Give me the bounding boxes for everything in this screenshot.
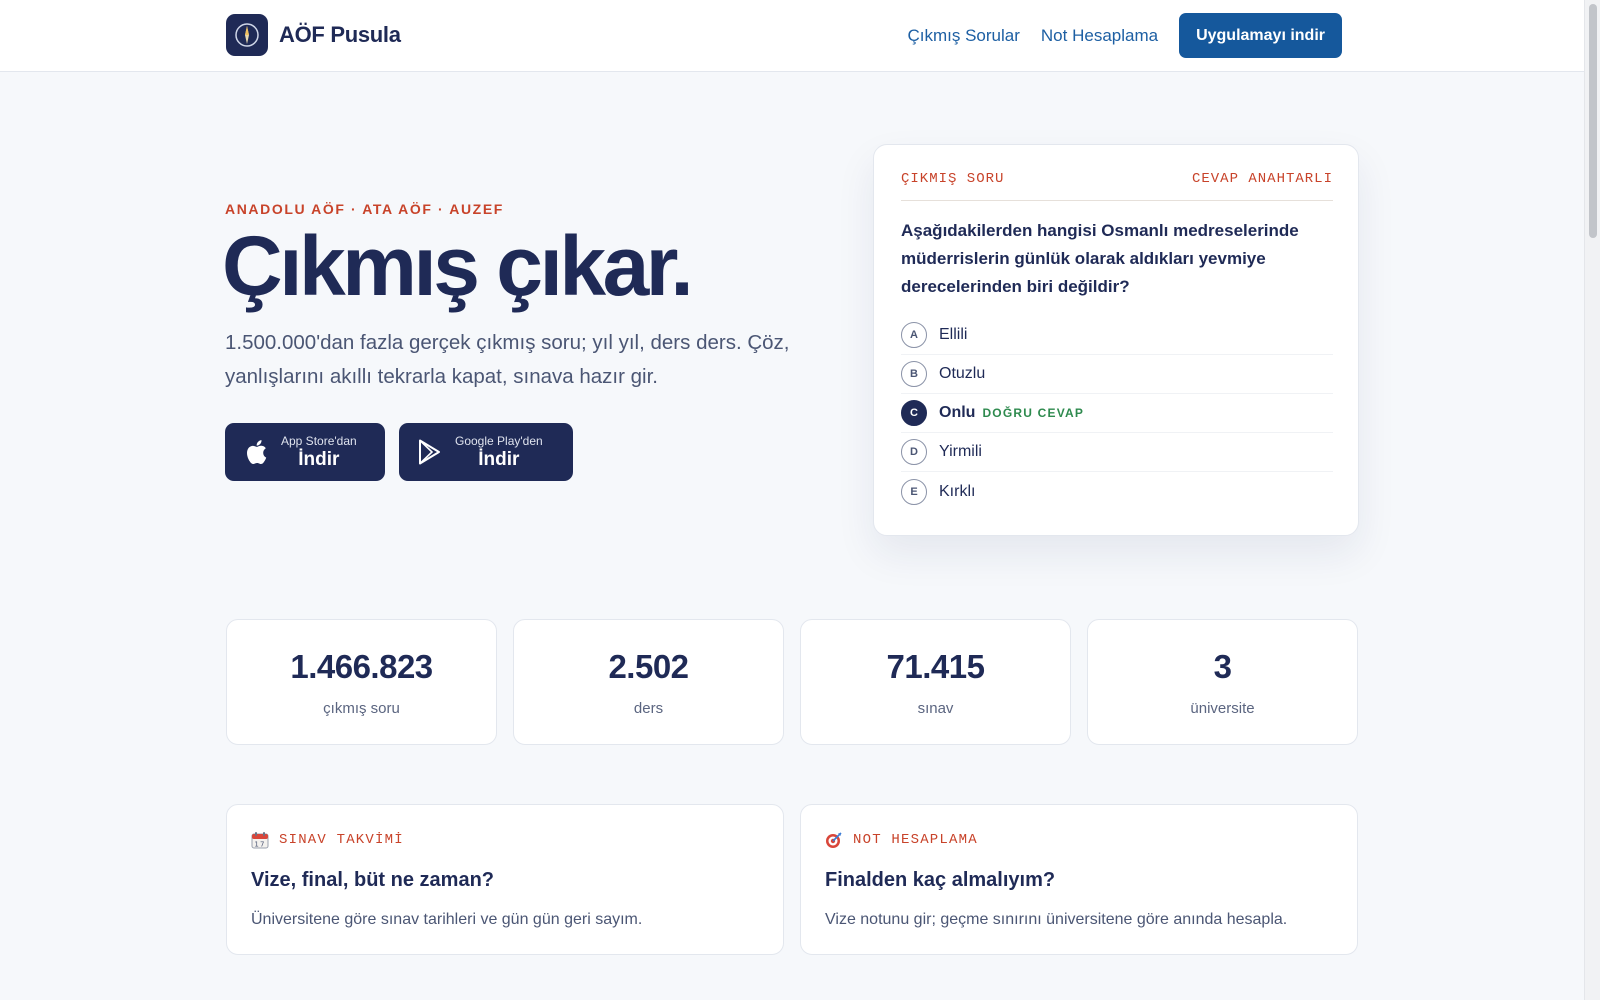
feature-cards: 17 SINAV TAKVİMİ Vize, final, büt ne zam…	[226, 804, 1358, 955]
svg-text:17: 17	[254, 841, 265, 849]
option-letter: C	[901, 400, 927, 426]
question-card-label: ÇIKMIŞ SORU	[901, 171, 1005, 187]
brand-name: AÖF Pusula	[279, 22, 401, 47]
target-icon	[825, 831, 843, 849]
stat-label: çıkmış soru	[323, 700, 400, 717]
option-letter: B	[901, 361, 927, 387]
app-store-big-label: İndir	[298, 449, 340, 470]
feature-title: Finalden kaç almalıyım?	[825, 869, 1056, 891]
question-card-header: ÇIKMIŞ SORU CEVAP ANAHTARLI	[901, 171, 1333, 201]
feature-card-exam-calendar[interactable]: 17 SINAV TAKVİMİ Vize, final, büt ne zam…	[226, 804, 784, 955]
option-letter: D	[901, 439, 927, 465]
google-play-small-label: Google Play'den	[455, 434, 543, 448]
stat-card-exams: 71.415 sınav	[800, 619, 1071, 745]
stat-value: 3	[1213, 648, 1232, 685]
feature-card-grade-calculator[interactable]: NOT HESAPLAMA Finalden kaç almalıyım? Vi…	[800, 804, 1358, 955]
feature-description: Üniversitene göre sınav tarihleri ve gün…	[251, 911, 643, 928]
feature-tag: SINAV TAKVİMİ	[279, 832, 404, 848]
page-scrollbar[interactable]	[1584, 0, 1600, 1000]
hero-title: Çıkmış çıkar.	[222, 219, 694, 313]
option-b: B Otuzlu	[901, 355, 1333, 394]
question-text: Aşağıdakilerden hangisi Osmanlı medresel…	[901, 221, 1299, 296]
feature-tag: NOT HESAPLAMA	[853, 832, 978, 848]
answer-options: A Ellili B Otuzlu C Onlu DOĞRU CEVAP D Y…	[901, 316, 1333, 511]
app-store-small-label: App Store'dan	[281, 434, 357, 448]
hero-subtitle: 1.500.000'dan fazla gerçek çıkmış soru; …	[225, 331, 790, 388]
google-play-button[interactable]: Google Play'den İndir	[399, 423, 573, 481]
download-app-button[interactable]: Uygulamayı indir	[1179, 13, 1342, 58]
brand-logo-link[interactable]: AÖF Pusula	[226, 14, 401, 56]
nav-link-not-hesaplama[interactable]: Not Hesaplama	[1041, 26, 1158, 46]
sample-question-card: ÇIKMIŞ SORU CEVAP ANAHTARLI Aşağıdakiler…	[873, 144, 1359, 536]
nav-link-cikmis-sorular[interactable]: Çıkmış Sorular	[907, 26, 1019, 46]
stat-value: 1.466.823	[290, 648, 433, 685]
app-store-button[interactable]: App Store'dan İndir	[225, 423, 385, 481]
top-nav-bar: AÖF Pusula Çıkmış Sorular Not Hesaplama …	[0, 0, 1584, 72]
option-d: D Yirmili	[901, 433, 1333, 472]
option-a: A Ellili	[901, 316, 1333, 355]
stat-label: ders	[633, 700, 664, 717]
feature-title: Vize, final, büt ne zaman?	[251, 869, 495, 891]
option-text: Yirmili	[939, 443, 982, 460]
google-play-big-label: İndir	[478, 449, 520, 470]
store-buttons: App Store'dan İndir Google Play'den İndi…	[225, 423, 587, 481]
answer-key-label: CEVAP ANAHTARLI	[1191, 171, 1333, 187]
stat-value: 71.415	[886, 648, 985, 685]
apple-icon	[243, 439, 269, 465]
stat-card-universities: 3 üniversite	[1087, 619, 1358, 745]
option-text: Onlu	[939, 404, 976, 421]
google-play-icon	[417, 439, 443, 465]
option-c-correct: C Onlu DOĞRU CEVAP	[901, 394, 1333, 433]
hero-eyebrow: ANADOLU AÖF · ATA AÖF · AUZEF	[225, 201, 504, 217]
feature-description: Vize notunu gir; geçme sınırını üniversi…	[825, 911, 1288, 928]
scrollbar-thumb[interactable]	[1589, 4, 1597, 238]
option-text: Ellili	[939, 326, 968, 343]
correct-answer-badge: DOĞRU CEVAP	[982, 406, 1085, 420]
option-e: E Kırklı	[901, 472, 1333, 511]
stat-card-courses: 2.502 ders	[513, 619, 784, 745]
option-letter: A	[901, 322, 927, 348]
main-nav: Çıkmış Sorular Not Hesaplama Uygulamayı …	[907, 13, 1342, 58]
calendar-icon: 17	[251, 831, 269, 849]
stat-card-questions: 1.466.823 çıkmış soru	[226, 619, 497, 745]
option-letter: E	[901, 478, 927, 505]
compass-icon	[226, 14, 268, 56]
option-text: Kırklı	[939, 482, 976, 500]
stat-label: sınav	[917, 700, 954, 717]
stat-label: üniversite	[1190, 700, 1255, 717]
stat-value: 2.502	[608, 648, 689, 685]
option-text: Otuzlu	[939, 365, 986, 382]
stats-row: 1.466.823 çıkmış soru 2.502 ders 71.415 …	[226, 619, 1358, 745]
